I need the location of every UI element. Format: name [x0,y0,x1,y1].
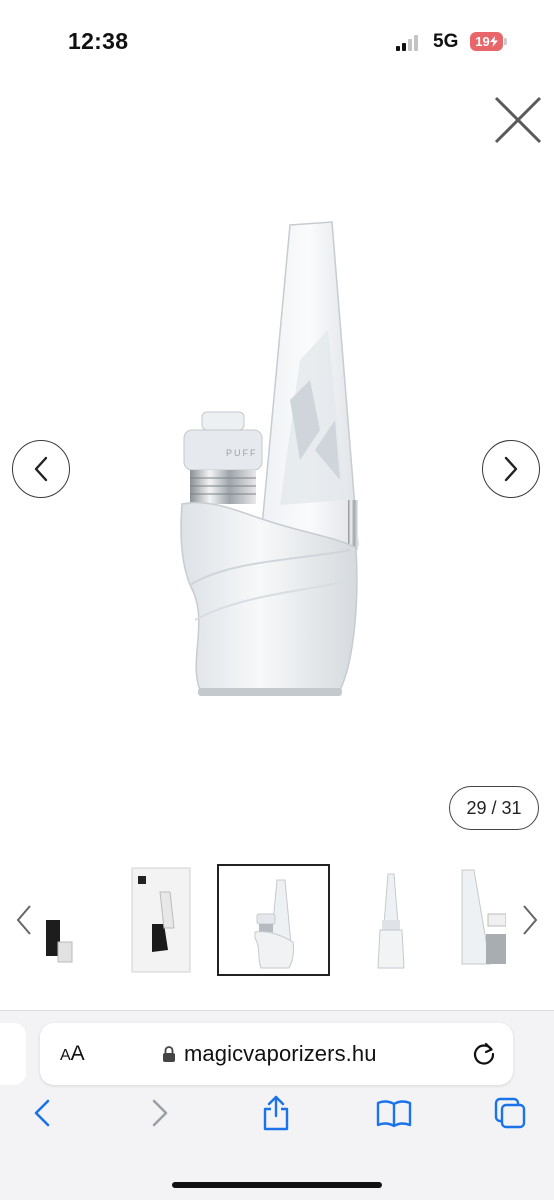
reader-settings-button[interactable]: AA [60,1042,85,1066]
battery-icon: 19 [470,32,503,51]
thumbnail-3[interactable] [217,864,330,976]
back-icon [34,1099,50,1127]
product-image: PUFF [150,200,410,740]
address-bar[interactable]: AA magicvaporizers.hu [40,1023,513,1085]
image-counter: 29 / 31 [449,786,539,830]
url-text: magicvaporizers.hu [184,1041,377,1066]
thumbnail-4[interactable] [370,864,410,976]
thumbnail-2[interactable] [130,864,192,976]
chevron-right-icon [504,456,518,482]
battery-level: 19 [475,34,490,49]
status-time: 12:38 [68,28,129,54]
forward-icon [152,1099,168,1127]
aa-label-large: A [70,1042,85,1065]
aa-label-small: A [60,1047,71,1064]
close-gallery-button[interactable] [490,92,546,148]
network-type: 5G [433,31,459,52]
chevron-right-icon [523,905,538,935]
reload-button[interactable] [470,1040,498,1068]
tabs-icon [494,1097,526,1129]
back-button[interactable] [22,1093,62,1133]
thumbnails-prev-button[interactable] [12,900,36,940]
product-brand-text: PUFF [226,448,258,458]
status-bar: 12:38 5G 19 [0,0,554,80]
thumbnail-strip [0,860,554,980]
previous-image-button[interactable] [12,440,70,498]
close-icon [494,96,542,144]
battery-cap [504,38,507,45]
chevron-left-icon [34,456,48,482]
reload-icon [473,1042,495,1065]
thumbnails-next-button[interactable] [518,900,542,940]
forward-button[interactable] [140,1093,180,1133]
thumbnail-5[interactable] [460,864,507,976]
previous-tab-preview[interactable] [0,1023,26,1085]
lock-icon [163,1046,175,1062]
charging-bolt-icon [489,36,498,47]
signal-strength-icon [396,35,422,51]
home-indicator [172,1182,382,1188]
share-icon [263,1095,289,1131]
next-image-button[interactable] [482,440,540,498]
bookmarks-icon [376,1100,412,1128]
bookmarks-button[interactable] [374,1093,414,1133]
tabs-button[interactable] [490,1093,530,1133]
share-button[interactable] [256,1093,296,1133]
thumbnail-1[interactable] [42,864,82,976]
chevron-left-icon [16,905,31,935]
url-display[interactable]: magicvaporizers.hu [162,1041,377,1067]
